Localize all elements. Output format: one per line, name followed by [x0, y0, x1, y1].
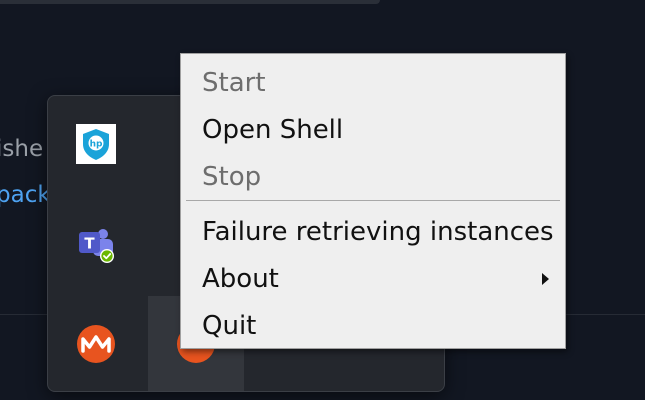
menu-item-quit[interactable]: Quit: [181, 304, 565, 348]
tray-item-hp-security[interactable]: hp: [48, 96, 144, 192]
tray-item-teams[interactable]: T: [48, 196, 144, 292]
menu-item-stop: Stop: [202, 162, 262, 192]
svg-text:T: T: [84, 235, 95, 253]
menu-item-about-label: About: [202, 264, 279, 294]
svg-text:hp: hp: [90, 140, 103, 150]
menu-separator: [186, 200, 560, 201]
background-text: ishe: [0, 136, 44, 162]
background-link[interactable]: pack: [0, 181, 51, 209]
orange-app-icon: [76, 324, 116, 364]
menu-item-failure-retrieving-instances[interactable]: Failure retrieving instances: [181, 210, 565, 254]
menu-item-about[interactable]: About: [181, 257, 565, 301]
context-menu: Start Open Shell Stop Failure retrieving…: [180, 53, 566, 349]
tray-item-orange-app[interactable]: [48, 296, 144, 391]
menu-item-start: Start: [202, 68, 266, 98]
submenu-arrow-icon: [542, 273, 549, 285]
hp-security-icon: hp: [76, 124, 116, 164]
teams-icon: T: [76, 224, 116, 264]
menu-item-open-shell[interactable]: Open Shell: [181, 108, 565, 152]
window-edge: [0, 0, 380, 4]
